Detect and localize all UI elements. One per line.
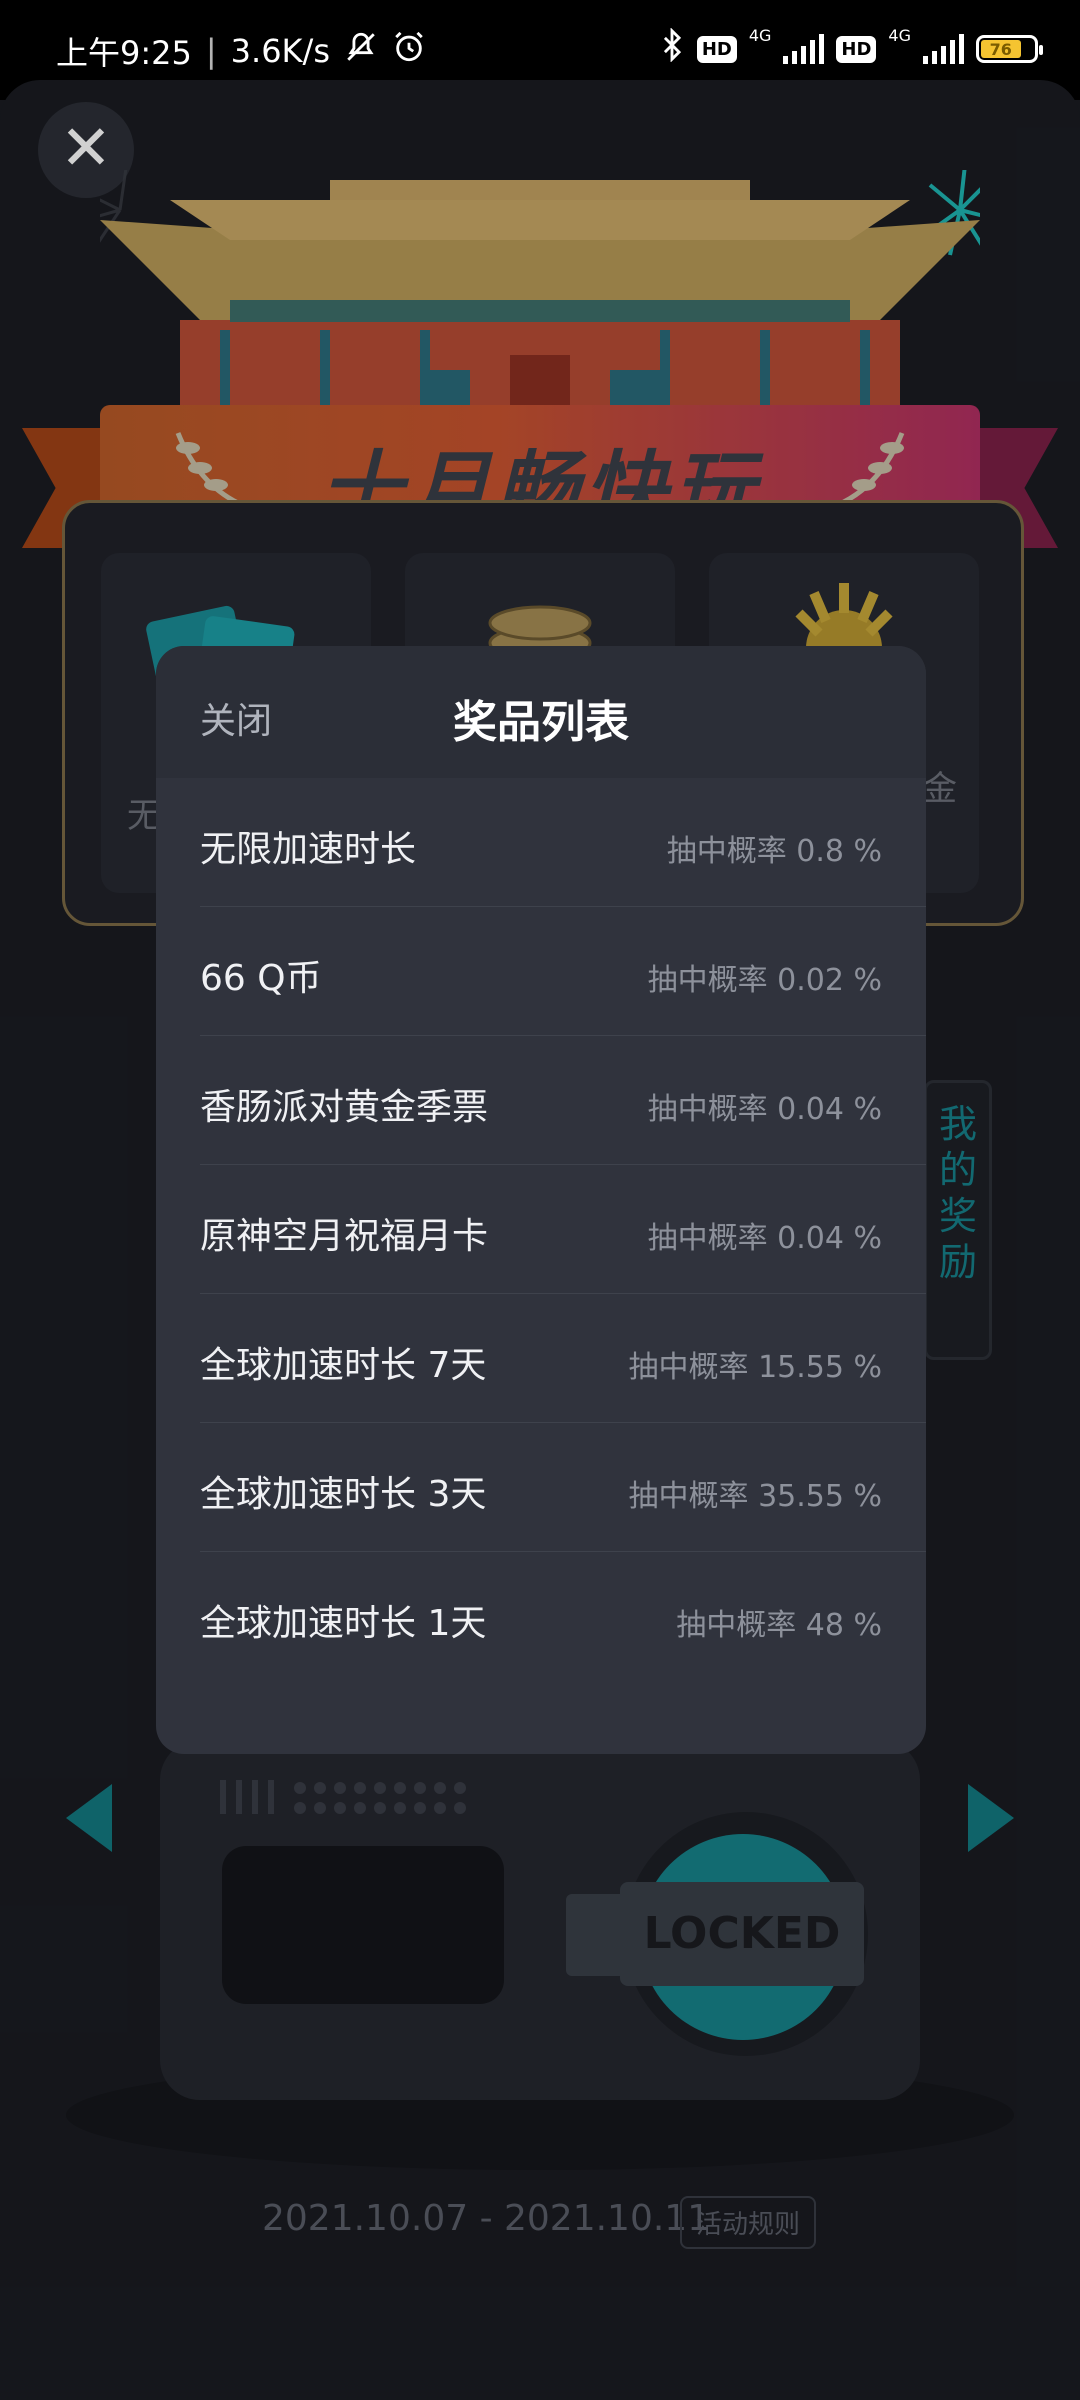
prize-probability: 抽中概率 0.04 %: [647, 1092, 882, 1127]
hd-badge-2: HD: [836, 35, 877, 63]
prize-name: 全球加速时长 1天: [200, 1603, 487, 1644]
prize-row: 全球加速时长 3天 抽中概率 35.55 %: [200, 1423, 926, 1552]
prize-row: 香肠派对黄金季票 抽中概率 0.04 %: [200, 1036, 926, 1165]
signal-bars-1-icon: [783, 34, 825, 64]
prize-row: 全球加速时长 7天 抽中概率 15.55 %: [200, 1294, 926, 1423]
signal-type-2: 4G: [888, 25, 911, 45]
prize-row: 无限加速时长 抽中概率 0.8 %: [200, 778, 926, 907]
signal-type-1: 4G: [748, 25, 772, 45]
prize-name: 香肠派对黄金季票: [200, 1087, 489, 1128]
prize-name: 原神空月祝福月卡: [200, 1216, 489, 1257]
alarm-icon: [392, 30, 426, 72]
modal-title: 奖品列表: [453, 697, 629, 748]
prize-list-modal: 关闭 奖品列表 无限加速时长 抽中概率 0.8 % 66 Q币 抽中概率 0.0…: [156, 646, 926, 1754]
status-divider: |: [205, 32, 217, 70]
prize-probability: 抽中概率 48 %: [676, 1608, 882, 1643]
battery-level: 76: [981, 40, 1021, 59]
bluetooth-icon: [659, 27, 685, 70]
prize-row: 原神空月祝福月卡 抽中概率 0.04 %: [200, 1165, 926, 1294]
prize-probability: 抽中概率 0.8 %: [666, 834, 882, 869]
battery-icon: 76: [976, 35, 1043, 63]
prize-probability: 抽中概率 0.02 %: [647, 963, 882, 998]
prize-name: 无限加速时长: [200, 829, 417, 870]
bell-muted-icon: [344, 30, 378, 72]
prize-list: 无限加速时长 抽中概率 0.8 % 66 Q币 抽中概率 0.02 % 香肠派对…: [200, 778, 926, 1680]
prize-probability: 抽中概率 0.04 %: [647, 1221, 882, 1256]
prize-probability: 抽中概率 35.55 %: [628, 1479, 882, 1514]
status-time: 上午9:25: [56, 34, 192, 72]
hd-badge-1: HD: [696, 35, 737, 63]
prize-name: 66 Q币: [200, 958, 322, 999]
signal-bars-2-icon: [923, 34, 964, 64]
prize-name: 全球加速时长 3天: [200, 1474, 487, 1515]
network-speed: 3.6K/s: [230, 32, 330, 70]
modal-header: 关闭 奖品列表: [156, 646, 926, 778]
prize-row: 全球加速时长 1天 抽中概率 48 %: [200, 1552, 926, 1680]
prize-row: 66 Q币 抽中概率 0.02 %: [200, 907, 926, 1036]
prize-probability: 抽中概率 15.55 %: [628, 1350, 882, 1385]
prize-name: 全球加速时长 7天: [200, 1345, 487, 1386]
